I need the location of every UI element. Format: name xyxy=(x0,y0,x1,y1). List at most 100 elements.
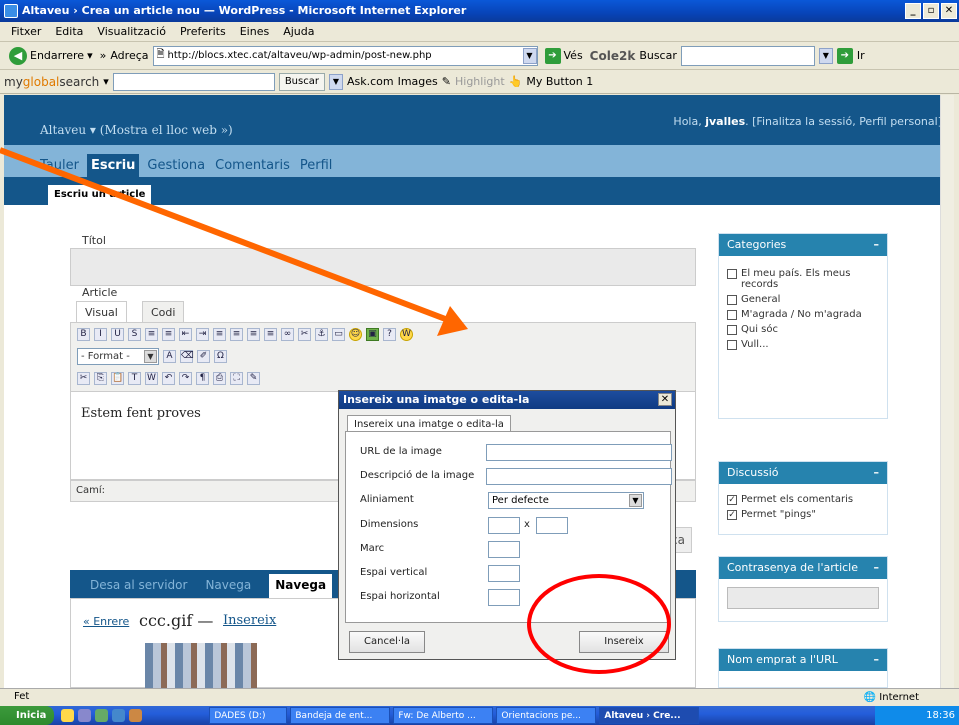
quick-launch-icon[interactable] xyxy=(112,709,126,722)
cole2k-buscar[interactable]: Buscar xyxy=(639,49,677,62)
insert-image-link[interactable]: Insereix xyxy=(223,613,276,628)
user-links[interactable]: . [Finalitza la sessió, Perfil personal] xyxy=(745,115,942,128)
edit-icon[interactable]: ✎ xyxy=(247,371,260,385)
checkbox[interactable] xyxy=(727,269,737,279)
eraser-icon[interactable]: ⌫ xyxy=(180,349,194,363)
close-window-button[interactable]: ✕ xyxy=(941,3,957,19)
view-site-link[interactable]: (Mostra el lloc web ») xyxy=(100,123,233,137)
menu-dashboard[interactable]: Tauler xyxy=(38,154,81,177)
ir-label[interactable]: Ir xyxy=(857,49,865,62)
cole2k-go-icon[interactable]: ➔ xyxy=(836,47,853,64)
fullscreen-icon[interactable]: ⛶ xyxy=(230,371,243,385)
text-color-icon[interactable]: A xyxy=(163,349,176,363)
category-item[interactable]: General xyxy=(719,292,887,307)
category-item[interactable]: Vull... xyxy=(719,337,887,352)
menu-manage[interactable]: Gestiona xyxy=(145,154,207,177)
align-right-icon[interactable]: ≡ xyxy=(247,327,260,341)
task-bandeja[interactable]: Bandeja de ent... xyxy=(290,707,391,724)
minimize-icon[interactable]: – xyxy=(874,462,880,484)
italic-icon[interactable]: I xyxy=(94,327,107,341)
image-icon[interactable]: ▣ xyxy=(366,327,379,341)
format-select[interactable]: - Format - ▼ xyxy=(77,347,159,365)
restore-button[interactable]: ▫ xyxy=(923,3,939,19)
cole2k-search-input[interactable] xyxy=(680,45,815,66)
category-item[interactable]: El meu país. Els meus records xyxy=(719,266,887,292)
task-orientacions[interactable]: Orientacions pe... xyxy=(496,707,597,724)
minimize-button[interactable]: _ xyxy=(905,3,921,19)
checkbox-checked[interactable]: ✓ xyxy=(727,510,737,520)
askcom-link[interactable]: Ask.com xyxy=(347,75,394,88)
start-button[interactable]: Inicia xyxy=(0,706,55,725)
hspace-input[interactable] xyxy=(488,589,520,606)
tab-upload[interactable]: Desa al servidor xyxy=(90,578,187,598)
more-chevron-icon[interactable]: » xyxy=(100,49,107,62)
border-input[interactable] xyxy=(488,541,520,558)
paste-text-icon[interactable]: T xyxy=(128,371,141,385)
checkbox[interactable] xyxy=(727,325,737,335)
mgs-buscar-button[interactable]: Buscar xyxy=(278,72,325,91)
paste-icon[interactable]: 📋 xyxy=(111,371,124,385)
task-fw-alberto[interactable]: Fw: De Alberto ... xyxy=(393,707,494,724)
cut-icon[interactable]: ✂ xyxy=(77,371,90,385)
images-link[interactable]: Images xyxy=(398,75,438,88)
quick-launch-icon[interactable] xyxy=(61,709,75,722)
address-input[interactable]: 🗎 http://blocs.xtec.cat/altaveu/wp-admin… xyxy=(152,45,538,66)
bullet-list-icon[interactable]: ≡ xyxy=(145,327,158,341)
undo-icon[interactable]: ↶ xyxy=(162,371,175,385)
help-icon[interactable]: ? xyxy=(383,327,396,341)
discussion-header[interactable]: Discussió – xyxy=(719,462,887,484)
more-icon[interactable]: ▭ xyxy=(332,327,345,341)
tab-visual[interactable]: Visual xyxy=(76,301,127,323)
outdent-icon[interactable]: ⇤ xyxy=(179,327,192,341)
quick-launch-icon[interactable] xyxy=(129,709,143,722)
align-center-icon[interactable]: ≡ xyxy=(230,327,243,341)
allow-pings-item[interactable]: ✓ Permet "pings" xyxy=(719,507,887,522)
post-password-input[interactable] xyxy=(727,587,879,609)
mgs-dropdown-icon[interactable]: ▼ xyxy=(328,73,343,90)
paste-word-icon[interactable]: W xyxy=(145,371,158,385)
indent-icon[interactable]: ⇥ xyxy=(196,327,209,341)
redo-icon[interactable]: ↷ xyxy=(179,371,192,385)
link-icon[interactable]: ∞ xyxy=(281,327,294,341)
tab-write-post[interactable]: Escriu un article xyxy=(48,185,152,205)
tab-code[interactable]: Codi xyxy=(142,301,185,323)
dialog-title-bar[interactable]: Insereix una imatge o edita-la ✕ xyxy=(339,391,675,409)
vspace-input[interactable] xyxy=(488,565,520,582)
minimize-icon[interactable]: – xyxy=(874,234,880,256)
tab-browse[interactable]: Navega xyxy=(205,578,251,598)
align-select[interactable]: Per defecte ▼ xyxy=(488,492,644,509)
back-button[interactable]: ◀ Endarrere ▾ xyxy=(6,46,96,65)
insert-button[interactable]: Insereix xyxy=(579,631,669,653)
go-button[interactable]: ➔ Vés xyxy=(542,47,586,64)
password-header[interactable]: Contrasenya de l'article – xyxy=(719,557,887,579)
wordpress-icon[interactable]: W xyxy=(400,327,413,341)
categories-header[interactable]: Categories – xyxy=(719,234,887,256)
back-link[interactable]: « Enrere xyxy=(83,615,129,628)
close-icon[interactable]: ✕ xyxy=(658,393,672,406)
brush-icon[interactable]: ✐ xyxy=(197,349,210,363)
address-dropdown-icon[interactable]: ▼ xyxy=(522,47,537,64)
mgs-search-input[interactable] xyxy=(112,72,275,91)
align-justify-icon[interactable]: ≡ xyxy=(264,327,277,341)
checkbox[interactable] xyxy=(727,295,737,305)
copy-icon[interactable]: ⎘ xyxy=(94,371,107,385)
minimize-icon[interactable]: – xyxy=(874,649,880,671)
highlight-link[interactable]: Highlight xyxy=(455,75,505,88)
mybutton-link[interactable]: My Button 1 xyxy=(526,75,593,88)
title-input[interactable] xyxy=(70,248,696,286)
task-altaveu[interactable]: Altaveu › Cre... xyxy=(599,707,700,724)
omega-icon[interactable]: Ω xyxy=(214,349,227,363)
align-left-icon[interactable]: ≡ xyxy=(213,327,226,341)
url-input[interactable] xyxy=(486,444,672,461)
page-scrollbar[interactable] xyxy=(940,95,954,688)
width-input[interactable] xyxy=(488,517,520,534)
image-thumbnail[interactable] xyxy=(145,643,257,688)
anchor-icon[interactable]: ⚓ xyxy=(315,327,328,341)
task-dades[interactable]: DADES (D:) xyxy=(209,707,288,724)
chevron-down-icon[interactable]: ▾ xyxy=(87,49,93,62)
checkbox[interactable] xyxy=(727,310,737,320)
tab-browse-all[interactable]: Navega xyxy=(269,574,333,598)
minimize-icon[interactable]: – xyxy=(874,557,880,579)
quick-launch-icon[interactable] xyxy=(78,709,92,722)
menu-write[interactable]: Escriu xyxy=(86,154,140,177)
